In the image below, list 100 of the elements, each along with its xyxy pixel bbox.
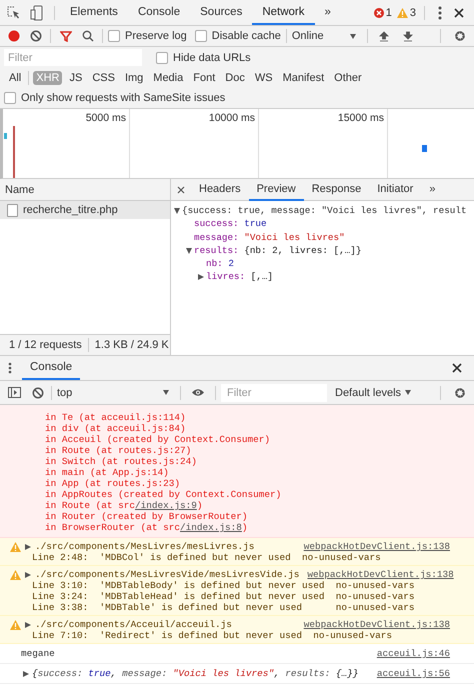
context-dropdown[interactable]: top bbox=[57, 386, 175, 398]
expand-arrow-icon[interactable] bbox=[25, 544, 31, 550]
panel-tab[interactable]: Elements bbox=[60, 0, 128, 25]
stack-trace-line: in App (at routes.js:23) bbox=[45, 478, 182, 489]
type-filter[interactable]: WS bbox=[252, 71, 276, 85]
clear-icon[interactable] bbox=[32, 386, 44, 398]
type-filter[interactable]: All bbox=[6, 71, 24, 85]
type-filter[interactable]: Img bbox=[122, 71, 146, 85]
close-icon[interactable] bbox=[454, 8, 464, 18]
more-options-icon[interactable] bbox=[438, 6, 442, 20]
stack-trace-line: in main (at App.js:14) bbox=[45, 467, 170, 478]
dom-event-marker bbox=[4, 133, 7, 139]
request-count: 1 / 12 requests bbox=[9, 339, 82, 351]
error-count[interactable]: 1 bbox=[374, 6, 392, 18]
detail-tab[interactable]: Response bbox=[304, 178, 370, 200]
caret-icon bbox=[405, 390, 412, 395]
eye-icon[interactable] bbox=[191, 388, 205, 397]
request-bar bbox=[422, 145, 427, 152]
stack-trace-line: in Switch (at routes.js:24) bbox=[45, 456, 198, 467]
warning-icon bbox=[10, 542, 21, 552]
warning-icon bbox=[10, 620, 21, 630]
throttling-dropdown[interactable]: Online bbox=[292, 30, 362, 42]
source-link[interactable]: /index.js:8 bbox=[180, 522, 242, 533]
expand-arrow-icon[interactable] bbox=[198, 274, 204, 280]
preserve-log-checkbox[interactable] bbox=[108, 30, 120, 42]
expand-arrow-icon[interactable] bbox=[25, 572, 31, 578]
download-icon[interactable] bbox=[402, 30, 413, 42]
preview-property: nb: 2 bbox=[206, 257, 234, 270]
samesite-checkbox[interactable] bbox=[4, 92, 16, 104]
warning-icon bbox=[396, 8, 408, 18]
source-link[interactable]: webpackHotDevClient.js:138 bbox=[304, 541, 450, 552]
stack-trace-line: in Router (created by BrowserRouter) bbox=[45, 511, 249, 522]
warning-count[interactable]: 3 bbox=[396, 6, 416, 18]
stack-trace-line: in Acceuil (created by Context.Consumer) bbox=[45, 434, 272, 445]
source-link[interactable]: acceuil.js:56 bbox=[376, 668, 450, 679]
expand-arrow-icon[interactable] bbox=[174, 208, 180, 214]
upload-icon[interactable] bbox=[378, 30, 389, 42]
search-icon[interactable] bbox=[82, 30, 94, 42]
type-filter[interactable]: Doc bbox=[222, 71, 248, 85]
detail-tab[interactable]: Headers bbox=[191, 178, 249, 200]
time-tick-label: 5000 ms bbox=[86, 112, 126, 124]
settings-icon[interactable] bbox=[454, 386, 466, 398]
column-header[interactable]: Name bbox=[5, 184, 34, 196]
hide-data-urls-checkbox[interactable] bbox=[156, 52, 168, 64]
caret-icon bbox=[350, 34, 356, 38]
expand-arrow-icon[interactable] bbox=[186, 248, 192, 254]
preview-property: message: "Voici les livres" bbox=[194, 230, 345, 244]
detail-tab[interactable]: Initiator bbox=[369, 178, 422, 200]
error-icon bbox=[374, 8, 384, 18]
stack-trace-line: in Route (at routes.js:27) bbox=[45, 445, 192, 456]
warning-detail: Line 3:24: 'MDBTableHead' is defined but never used no-unused-vars bbox=[31, 591, 416, 602]
preview-property: success: true bbox=[194, 217, 267, 231]
more-options-icon[interactable] bbox=[8, 362, 12, 374]
close-icon[interactable] bbox=[177, 186, 185, 194]
type-filter[interactable]: CSS bbox=[89, 71, 118, 85]
expand-arrow-icon[interactable] bbox=[25, 622, 31, 628]
panel-tab[interactable]: Sources bbox=[190, 0, 252, 25]
source-link[interactable]: /index.js:9 bbox=[135, 500, 197, 511]
record-button[interactable] bbox=[8, 30, 20, 42]
source-link[interactable]: webpackHotDevClient.js:138 bbox=[307, 569, 454, 580]
filter-input[interactable]: Filter bbox=[4, 49, 142, 66]
request-row[interactable]: recherche_titre.php bbox=[0, 201, 170, 219]
log-levels-dropdown[interactable]: Default levels bbox=[335, 386, 412, 398]
load-event-marker bbox=[13, 126, 15, 178]
console-filter-input[interactable]: Filter bbox=[221, 384, 327, 402]
expand-arrow-icon[interactable] bbox=[23, 670, 29, 676]
more-tabs-button[interactable]: » bbox=[314, 0, 341, 25]
logged-object[interactable]: {success: true, message: "Voici les livres", results: {…}} bbox=[32, 668, 358, 679]
sidebar-toggle-icon[interactable] bbox=[8, 387, 21, 398]
time-tick-label: 15000 ms bbox=[338, 112, 384, 124]
close-icon[interactable] bbox=[452, 363, 462, 373]
detail-tab[interactable]: Preview bbox=[248, 178, 304, 200]
type-filter[interactable]: Media bbox=[150, 71, 186, 85]
type-filter[interactable]: Other bbox=[331, 71, 365, 85]
type-filter[interactable]: JS bbox=[66, 71, 86, 85]
source-link[interactable]: acceuil.js:46 bbox=[376, 648, 450, 659]
preview-property: livres: [,…] bbox=[206, 270, 273, 284]
caret-icon bbox=[163, 390, 169, 395]
checkbox-label: Preserve log bbox=[125, 30, 187, 42]
disable-cache-checkbox[interactable] bbox=[194, 30, 207, 42]
transfer-size: 1.3 KB / 24.9 K bbox=[94, 339, 169, 351]
stack-trace-line: in div (at acceuil.js:84) bbox=[45, 423, 187, 434]
file-icon bbox=[7, 204, 18, 216]
more-tabs-button[interactable]: » bbox=[421, 178, 444, 200]
source-link[interactable]: webpackHotDevClient.js:138 bbox=[304, 619, 450, 630]
type-filter[interactable]: Font bbox=[190, 71, 218, 85]
preview-summary: {success: true, message: "Voici les livres", result bbox=[182, 204, 467, 218]
checkbox-label: Hide data URLs bbox=[173, 52, 251, 64]
preview-property: results: {nb: 2, livres: [,…]} bbox=[194, 244, 362, 258]
settings-icon[interactable] bbox=[454, 30, 466, 42]
time-tick-label: 10000 ms bbox=[208, 112, 255, 124]
clear-icon[interactable] bbox=[30, 30, 42, 42]
device-icon[interactable] bbox=[30, 4, 44, 20]
filter-icon[interactable] bbox=[60, 30, 72, 42]
warning-detail: Line 7:10: 'Redirect' is defined but never used no-unused-vars bbox=[31, 630, 394, 641]
checkbox-label: Only show requests with SameSite issues bbox=[21, 92, 226, 104]
inspect-icon[interactable] bbox=[6, 6, 20, 20]
checkbox-label: Disable cache bbox=[212, 30, 281, 42]
panel-tab[interactable]: Console bbox=[128, 0, 190, 25]
type-filter[interactable]: Manifest bbox=[280, 71, 328, 85]
